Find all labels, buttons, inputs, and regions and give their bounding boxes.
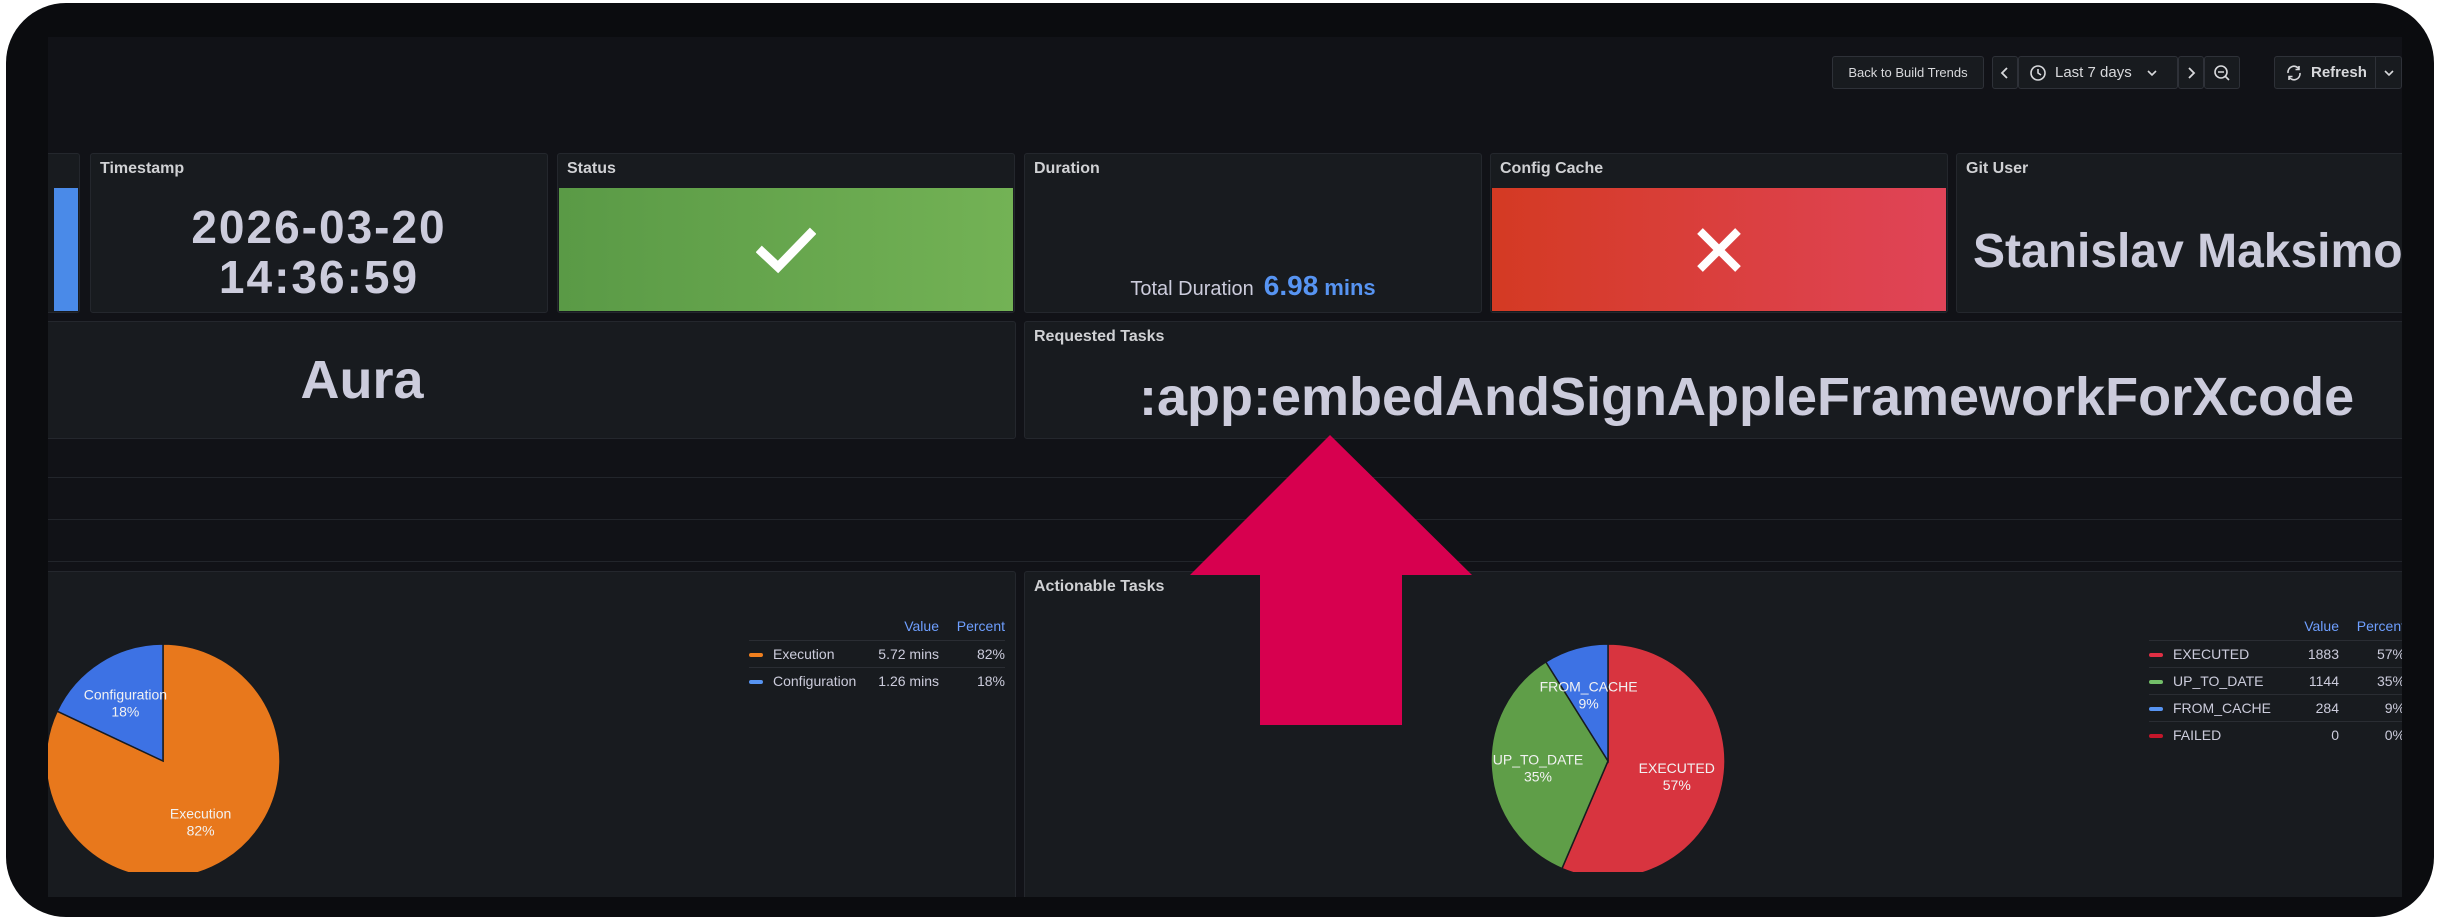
legend-name: Execution [773,646,835,662]
window-frame: Back to Build Trends Last 7 days Refresh… [6,3,2434,917]
pie-slice-percent: 82% [187,822,215,838]
legend-percent: 35% [2339,667,2402,695]
legend-header-percent: Percent [2356,618,2402,634]
time-range-forward-button[interactable] [2178,56,2204,89]
pie-slice-percent: 9% [1578,696,1598,712]
chevron-right-icon [2188,66,2196,79]
legend-row[interactable]: UP_TO_DATE 1144 35% [2149,667,2402,695]
cross-icon [1697,227,1741,272]
pie-slice-label: UP_TO_DATE [1493,751,1584,767]
back-to-build-trends-button[interactable]: Back to Build Trends [1832,56,1984,89]
pie-slice-label: Execution [170,805,231,821]
requested-tasks-value: :app:embedAndSignAppleFrameworkForXcode [1139,367,2355,427]
timestamp-date: 2026-03-20 [191,200,447,253]
refresh-button[interactable]: Refresh [2274,56,2402,89]
legend-percent: 82% [939,640,1005,668]
build-time-legend: Value Percent Execution 5.72 mins 82% Co… [749,618,1009,694]
actionable-tasks-legend: Value Percent EXECUTED 1883 57% UP_TO_DA… [2149,618,2402,748]
panel-title: Duration [1034,160,1100,177]
legend-value: 1883 [2277,640,2339,668]
panel-title: Actionable Tasks [1034,578,1165,595]
legend-percent: 9% [2339,694,2402,722]
pie-slice-percent: 35% [1524,768,1552,784]
legend-name: Configuration [773,673,857,689]
legend-header-percent: Percent [956,618,1005,634]
legend-swatch [2149,680,2163,685]
legend-row[interactable]: FROM_CACHE 284 9% [2149,694,2402,722]
legend-swatch [2149,734,2163,739]
build-time-pie-panel: Execution 82% Configuration 18% Value Perce… [48,571,1016,897]
legend-row[interactable]: Execution 5.72 mins 82% [749,640,1005,668]
pie-slice-percent: 57% [1663,777,1691,793]
pie-slice-label: FROM_CACHE [1540,679,1638,695]
config-cache-panel: Config Cache [1490,153,1948,313]
pie-slice-label: Configuration [84,687,167,703]
legend-swatch [2149,707,2163,712]
legend-row[interactable]: Configuration 1.26 mins 18% [749,667,1005,694]
actionable-tasks-pie-chart: EXECUTED57% UP_TO_DATE35% FROM_CACHE9% [1490,643,1726,872]
legend-value: 1144 [2277,667,2339,695]
legend-row[interactable]: FAILED 0 0% [2149,721,2402,748]
duration-unit: mins [1324,275,1376,300]
duration-label: Total Duration [1130,278,1254,300]
panel-title: Timestamp [100,160,185,177]
build-time-pie-chart: Execution82% Configuration18% [48,643,281,872]
legend-percent: 0% [2339,721,2402,748]
panel-title: Requested Tasks [1034,328,1165,345]
zoom-out-icon [2214,64,2230,81]
legend-header-value: Value [2304,618,2339,634]
chevron-down-icon [2147,69,2157,76]
dashboard: Back to Build Trends Last 7 days Refresh… [48,37,2402,897]
legend-value: 5.72 mins [867,640,939,668]
chevron-left-icon [2000,66,2008,79]
annotation-arrow-icon [1190,435,1472,725]
status-fill [559,188,1013,311]
duration-value: 6.98 [1263,270,1319,301]
check-icon [756,227,816,273]
legend-name: FAILED [2173,727,2222,743]
project-value: Aura [300,350,424,410]
pie-slice-label: EXECUTED [1639,760,1715,776]
timestamp-panel: Timestamp 2026-03-20 14:36:59 [90,153,548,313]
time-range-label: Last 7 days [2055,64,2132,81]
panel-title: Status [567,160,616,177]
config-cache-fill [1492,188,1946,311]
legend-swatch [749,680,763,685]
legend-header-value: Value [904,618,939,634]
legend-name: UP_TO_DATE [2173,673,2264,689]
legend-name: EXECUTED [2173,646,2250,662]
refresh-label: Refresh [2311,64,2367,81]
legend-value: 1.26 mins [867,667,939,694]
time-range-picker[interactable]: Last 7 days [2018,56,2178,89]
legend-row[interactable]: EXECUTED 1883 57% [2149,640,2402,668]
git-user-panel: Git User Stanislav Maksimov [1956,153,2402,313]
pie-slice-percent: 18% [111,704,139,720]
status-panel: Status [557,153,1015,313]
legend-percent: 57% [2339,640,2402,668]
project-panel: Aura [48,321,1016,439]
duration-panel: Duration Total Duration 6.98 mins [1024,153,1482,313]
legend-swatch [2149,653,2163,658]
chevron-down-icon [2384,70,2394,77]
legend-name: FROM_CACHE [2173,700,2272,716]
cut-off-stat-panel [48,153,80,313]
time-range-back-button[interactable] [1992,56,2018,89]
panel-title: Config Cache [1500,160,1604,177]
clock-icon [2030,64,2046,81]
refresh-icon [2287,64,2301,81]
legend-percent: 18% [939,667,1005,694]
git-user-value: Stanislav Maksimov [1973,225,2402,278]
timestamp-time: 14:36:59 [218,250,420,303]
requested-tasks-panel: Requested Tasks :app:embedAndSignAppleFr… [1024,321,2402,439]
legend-value: 0 [2277,721,2339,748]
legend-value: 284 [2277,694,2339,722]
legend-swatch [749,653,763,658]
zoom-out-button[interactable] [2204,56,2240,89]
panel-title: Git User [1966,160,2029,177]
